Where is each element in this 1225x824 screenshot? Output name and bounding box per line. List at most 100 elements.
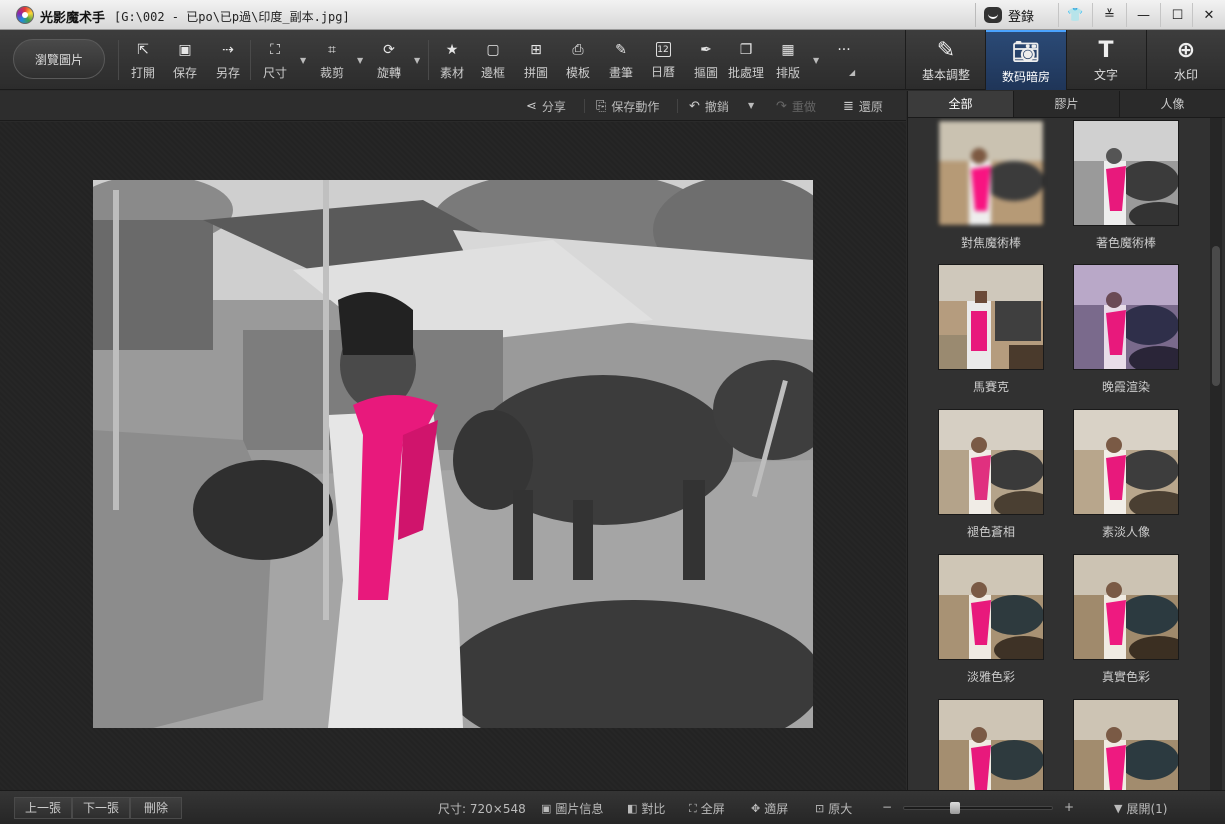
template-button[interactable]: ⎙ 模板 xyxy=(560,42,596,84)
redo-button[interactable]: ↷ 重做 xyxy=(776,98,816,115)
effect-color-wand[interactable]: 著色魔術棒 xyxy=(1061,120,1191,260)
open-icon: ⇱ xyxy=(137,42,149,58)
tab-text[interactable]: T 文字 xyxy=(1066,30,1146,90)
brush-button[interactable]: ✎ 畫筆 xyxy=(603,42,639,84)
save-action-label: 保存動作 xyxy=(611,100,660,114)
text-icon: T xyxy=(1098,37,1114,63)
menu-button[interactable]: ≚ xyxy=(1092,3,1126,27)
browse-images-button[interactable]: 瀏覽圖片 xyxy=(13,39,105,79)
main-toolbar: 瀏覽圖片 ⇱ 打開 ▣ 保存 ⇢ 另存 ⛶ 尺寸 ▼ ⌗ 裁剪 ▼ ⟳ 旋轉 ▼… xyxy=(0,30,1225,90)
fullscreen-button[interactable]: ⛶ 全屏 xyxy=(689,800,725,817)
layout-button[interactable]: ▦ 排版 xyxy=(770,42,806,84)
effect-focus-wand[interactable]: 對焦魔術棒 xyxy=(926,120,1056,260)
share-button[interactable]: ⋖ 分享 xyxy=(526,98,566,115)
next-image-button[interactable]: 下一張 xyxy=(72,797,130,819)
expand-button[interactable]: ▼ 展開(1) xyxy=(1114,800,1167,817)
delete-image-button[interactable]: 刪除 xyxy=(130,797,182,819)
previous-image-button[interactable]: 上一張 xyxy=(14,797,72,819)
action-divider xyxy=(584,99,585,113)
effect-mosaic[interactable]: 馬賽克 xyxy=(926,264,1056,404)
shirt-icon: 👕 xyxy=(1067,7,1084,23)
layout-dropdown-icon[interactable]: ▼ xyxy=(813,56,819,65)
action-bar: ⋖ 分享 ⎘ 保存動作 ↶ 撤銷 ▼ ↷ 重做 ≣ 還原 xyxy=(0,91,906,121)
tab-text-label: 文字 xyxy=(1093,68,1118,82)
crop-dropdown-icon[interactable]: ▼ xyxy=(357,56,363,65)
share-icon: ⋖ xyxy=(526,99,537,114)
toolbar-divider xyxy=(250,40,251,80)
save-as-button[interactable]: ⇢ 另存 xyxy=(210,42,246,84)
image-info-label: 圖片信息 xyxy=(555,802,604,816)
close-button[interactable]: ✕ xyxy=(1192,3,1225,27)
effect-light-portrait[interactable]: 素淡人像 xyxy=(1061,409,1191,549)
effect-soft-color[interactable]: 淡雅色彩 xyxy=(926,554,1056,694)
calendar-label: 日曆 xyxy=(650,65,675,79)
batch-button[interactable]: ❐ 批處理 xyxy=(727,42,765,84)
image-canvas[interactable] xyxy=(0,122,906,790)
zoom-slider-knob[interactable] xyxy=(949,802,960,814)
effects-scrollbar[interactable] xyxy=(1210,118,1222,790)
login-button[interactable]: 登錄 xyxy=(975,3,1042,27)
effects-scrollbar-thumb[interactable] xyxy=(1212,246,1220,386)
zoom-slider[interactable] xyxy=(903,802,1053,814)
undo-dropdown-icon[interactable]: ▼ xyxy=(748,101,754,110)
zoom-in-button[interactable]: + xyxy=(1064,800,1074,814)
resize-button[interactable]: ⛶ 尺寸 xyxy=(257,42,293,84)
material-button[interactable]: ★ 素材 xyxy=(434,42,470,84)
expand-label: 展開(1) xyxy=(1126,802,1168,816)
rotate-dropdown-icon[interactable]: ▼ xyxy=(414,56,420,65)
skin-button[interactable]: 👕 xyxy=(1058,3,1092,27)
effect-true-color[interactable]: 真實色彩 xyxy=(1061,554,1191,694)
border-button[interactable]: ▢ 邊框 xyxy=(475,42,511,84)
save-action-button[interactable]: ⎘ 保存動作 xyxy=(596,98,659,115)
status-bar: 上一張 下一張 刪除 尺寸: 720×548 ▣ 圖片信息 ◧ 對比 ⛶ 全屏 … xyxy=(0,790,1225,824)
zoom-out-button[interactable]: − xyxy=(882,800,892,814)
image-size-text: 尺寸: 720×548 xyxy=(438,800,526,817)
rotate-button[interactable]: ⟳ 旋轉 xyxy=(371,42,407,84)
effect-faded-antique[interactable]: 褪色蒼相 xyxy=(926,409,1056,549)
tab-film[interactable]: 膠片 xyxy=(1014,91,1120,117)
login-label: 登錄 xyxy=(1008,9,1035,25)
effects-grid: 對焦魔術棒 著色魔術棒 馬賽克 晚霞渲染 褪色蒼相 素淡人像 淡雅色彩 真實色彩 xyxy=(908,118,1208,790)
tab-darkroom-label: 数码暗房 xyxy=(1001,70,1050,84)
effect-thumbnail xyxy=(1073,554,1179,660)
fit-screen-icon: ✥ xyxy=(751,802,761,815)
toolbar-divider xyxy=(118,40,119,80)
original-size-button[interactable]: ⊡ 原大 xyxy=(815,800,852,817)
effect-label: 馬賽克 xyxy=(972,380,1009,394)
batch-icon: ❐ xyxy=(739,42,753,58)
fit-screen-button[interactable]: ✥ 適屏 xyxy=(751,800,788,817)
toolbar-expand-icon[interactable]: ◢ xyxy=(849,68,855,77)
resize-label: 尺寸 xyxy=(262,66,287,80)
image-info-button[interactable]: ▣ 圖片信息 xyxy=(541,800,603,817)
restore-button[interactable]: ≣ 還原 xyxy=(843,98,883,115)
image-size-label: 尺寸: 720×548 xyxy=(438,802,526,816)
crop-button[interactable]: ⌗ 裁剪 xyxy=(314,42,350,84)
effect-label: 對焦魔術棒 xyxy=(960,236,1021,250)
more-tools-button[interactable]: ··· xyxy=(826,42,862,84)
tab-watermark[interactable]: ⊕ 水印 xyxy=(1146,30,1225,90)
layout-label: 排版 xyxy=(775,66,800,80)
watermark-icon: ⊕ xyxy=(1176,37,1196,63)
maximize-button[interactable]: ☐ xyxy=(1160,3,1194,27)
tab-darkroom[interactable]: 📷︎ 数码暗房 xyxy=(986,30,1066,90)
tab-portrait[interactable]: 人像 xyxy=(1120,91,1225,117)
original-size-icon: ⊡ xyxy=(815,802,825,815)
minimize-button[interactable]: — xyxy=(1126,3,1160,27)
compare-label: 對比 xyxy=(641,802,666,816)
compare-button[interactable]: ◧ 對比 xyxy=(627,800,665,817)
effect-item[interactable] xyxy=(926,699,1056,790)
tab-all[interactable]: 全部 xyxy=(908,91,1014,117)
effect-item[interactable] xyxy=(1061,699,1191,790)
save-button[interactable]: ▣ 保存 xyxy=(167,42,203,84)
resize-dropdown-icon[interactable]: ▼ xyxy=(300,56,306,65)
cutout-button[interactable]: ✒ 摳圖 xyxy=(688,42,724,84)
collage-button[interactable]: ⊞ 拼圖 xyxy=(518,42,554,84)
effect-sunset[interactable]: 晚霞渲染 xyxy=(1061,264,1191,404)
open-button[interactable]: ⇱ 打開 xyxy=(125,42,161,84)
redo-icon: ↷ xyxy=(776,99,787,114)
tab-basic-adjust[interactable]: ✎ 基本調整 xyxy=(906,30,986,90)
calendar-button[interactable]: 12 日曆 xyxy=(645,42,681,84)
edited-photo[interactable] xyxy=(93,180,813,728)
restore-label: 還原 xyxy=(858,100,883,114)
undo-button[interactable]: ↶ 撤銷 xyxy=(689,98,729,115)
